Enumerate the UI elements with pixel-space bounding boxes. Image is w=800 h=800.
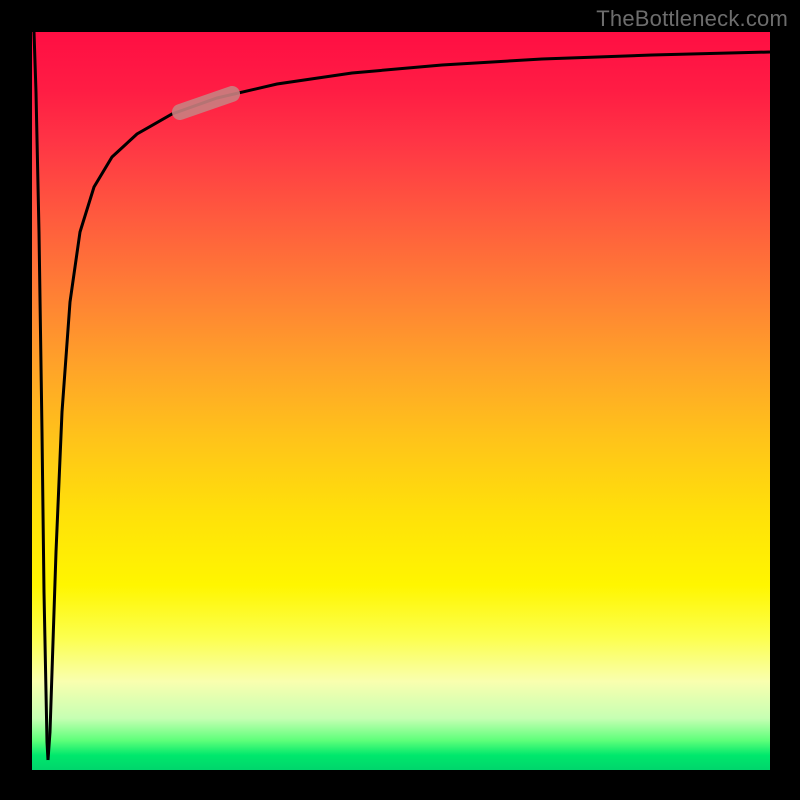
watermark-label: TheBottleneck.com [596,6,788,32]
plot-background-gradient [32,32,770,770]
chart-container: TheBottleneck.com [0,0,800,800]
